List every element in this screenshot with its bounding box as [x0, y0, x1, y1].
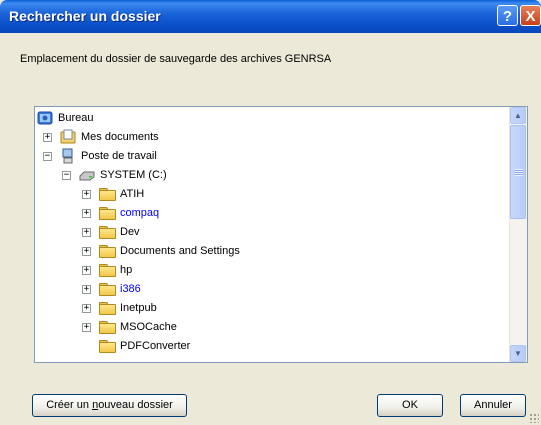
tree-item-label: Bureau	[58, 112, 94, 124]
expand-icon[interactable]: +	[82, 228, 91, 237]
collapse-icon[interactable]: −	[43, 152, 52, 161]
browse-folder-dialog: Rechercher un dossier ? X Emplacement du…	[0, 0, 541, 425]
tree-item-label: Mes documents	[81, 131, 159, 143]
folder-icon	[99, 340, 116, 353]
folder-icon	[99, 264, 116, 277]
expand-icon[interactable]: +	[82, 323, 91, 332]
tree-item-label: MSOCache	[120, 321, 177, 333]
folder-icon	[99, 188, 116, 201]
tree-item-label: Poste de travail	[81, 150, 157, 162]
expand-icon[interactable]: +	[82, 190, 91, 199]
vertical-scrollbar[interactable]: ▲ ▼	[509, 107, 527, 362]
folder-tree[interactable]: Bureau + Mes documents − Poste de travai…	[34, 106, 528, 363]
folder-icon	[99, 245, 116, 258]
expand-icon[interactable]: +	[43, 133, 52, 142]
resize-grip-icon[interactable]	[529, 413, 539, 423]
tree-item-label: PDFConverter	[120, 340, 191, 352]
tree-item-label: ATIH	[120, 188, 145, 200]
my-documents-icon	[60, 129, 76, 144]
cancel-button[interactable]: Annuler	[460, 394, 526, 417]
help-button[interactable]: ?	[497, 5, 518, 26]
expand-icon[interactable]: +	[82, 304, 91, 313]
expand-icon[interactable]: +	[82, 247, 91, 256]
drive-icon	[79, 171, 95, 181]
my-computer-icon	[62, 148, 73, 164]
close-button[interactable]: X	[520, 5, 541, 26]
tree-item-label: hp	[120, 264, 133, 276]
folder-icon	[99, 226, 116, 239]
scroll-thumb[interactable]	[510, 125, 526, 219]
new-folder-label-post: ouveau dossier	[98, 399, 173, 411]
new-folder-button[interactable]: Créer un nouveau dossier	[32, 394, 187, 417]
folder-icon	[99, 207, 116, 220]
expand-icon[interactable]: +	[82, 266, 91, 275]
ok-button[interactable]: OK	[377, 394, 443, 417]
folder-icon	[99, 321, 116, 334]
new-folder-label-pre: Créer un	[46, 399, 93, 411]
tree-item-label: Dev	[120, 226, 140, 238]
tree-item-label: Inetpub	[120, 302, 157, 314]
tree-item-label: i386	[120, 283, 141, 295]
title-bar[interactable]: Rechercher un dossier ? X	[0, 0, 541, 33]
tree-item-label: Documents and Settings	[120, 245, 240, 257]
tree-item-label: SYSTEM (C:)	[100, 169, 167, 181]
grip-icon	[515, 169, 523, 176]
expand-icon[interactable]: +	[82, 209, 91, 218]
collapse-icon[interactable]: −	[62, 171, 71, 180]
folder-icon	[99, 283, 116, 296]
scroll-up-arrow-icon[interactable]: ▲	[510, 107, 526, 124]
dialog-title: Rechercher un dossier	[9, 8, 161, 24]
expand-icon[interactable]: +	[82, 285, 91, 294]
desktop-icon	[37, 111, 53, 125]
dialog-description: Emplacement du dossier de sauvegarde des…	[20, 53, 332, 65]
folder-icon	[99, 302, 116, 315]
tree-item-label: compaq	[120, 207, 160, 219]
scroll-down-arrow-icon[interactable]: ▼	[510, 345, 526, 362]
